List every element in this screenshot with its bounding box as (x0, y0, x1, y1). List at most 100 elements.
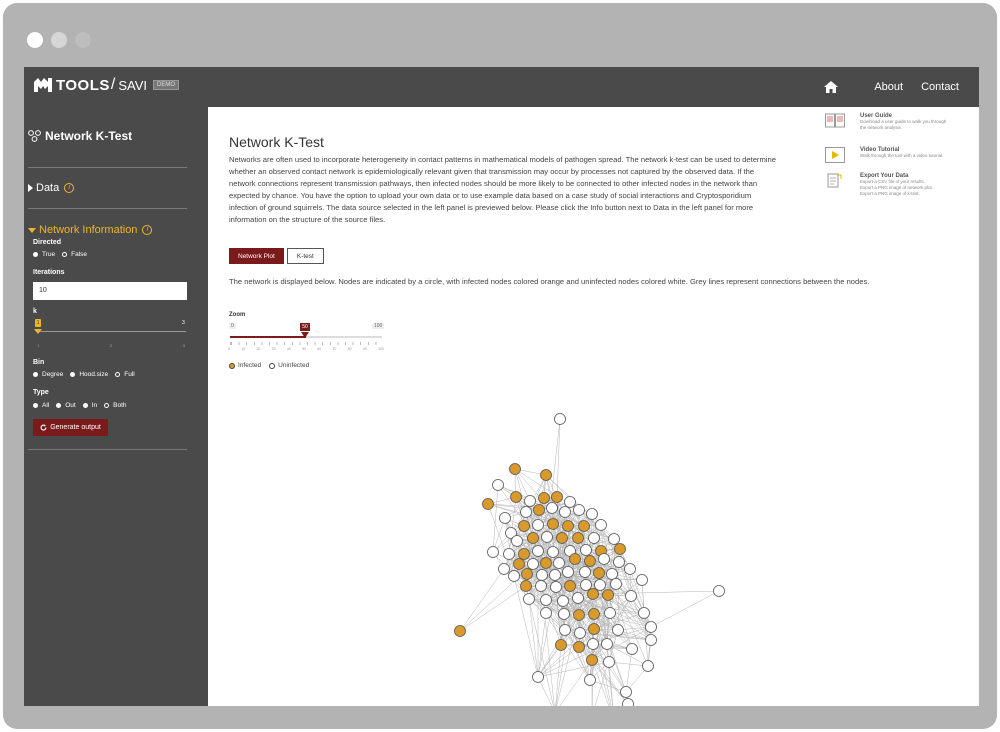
chevron-down-icon (28, 227, 36, 233)
network-edge (561, 509, 580, 539)
network-edge (541, 574, 617, 585)
zoom-tick-label: 50 (302, 347, 306, 351)
network-edge (537, 550, 547, 564)
window-close-dot[interactable] (27, 32, 43, 48)
zoom-slider-handle[interactable]: 50 (300, 323, 310, 331)
bin-hood-size-radio[interactable]: Hood.size (70, 371, 108, 378)
network-edge (510, 532, 534, 539)
network-edge (593, 583, 617, 615)
network-edge (513, 575, 594, 645)
network-edge (523, 525, 554, 553)
network-edge (552, 523, 569, 573)
network-edge (600, 524, 620, 563)
home-icon[interactable] (824, 81, 839, 93)
tab-network-plot[interactable]: Network Plot (229, 248, 284, 264)
infected-node (454, 625, 466, 637)
network-edge (577, 597, 633, 650)
network-edge (606, 612, 611, 645)
network-edge (546, 507, 553, 538)
network-edge (525, 511, 539, 526)
data-section-toggle[interactable]: Data i (28, 182, 75, 194)
network-edge (525, 500, 531, 513)
network-edge (615, 583, 652, 628)
video-tutorial-link[interactable]: Video Tutorial Walk through the tool wit… (825, 147, 943, 163)
zoom-label: Zoom (229, 312, 246, 318)
network-edge (555, 548, 621, 588)
network-edge (528, 598, 539, 678)
k-slider-handle[interactable]: 1 (35, 319, 41, 327)
network-edge (577, 537, 615, 540)
radio-label: Full (124, 371, 135, 378)
network-edge (545, 562, 569, 573)
window-minimize-dot[interactable] (51, 32, 67, 48)
export-data-link[interactable]: Export Your Data Export a CSV file of yo… (825, 173, 933, 197)
network-edge (562, 597, 579, 602)
uninfected-node (559, 506, 571, 518)
network-edge (523, 497, 545, 527)
window-maximize-dot[interactable] (75, 32, 91, 48)
network-edge (513, 575, 542, 587)
sidebar-divider (28, 449, 187, 450)
uninfected-node (562, 566, 574, 578)
network-edge (523, 525, 539, 552)
type-both-radio[interactable]: Both (104, 402, 127, 409)
network-edge (569, 585, 593, 661)
network-edge (537, 644, 562, 678)
directed-false-radio[interactable]: False (62, 251, 87, 258)
network-edge (593, 537, 600, 574)
network-edge (551, 507, 579, 539)
network-edge (532, 563, 566, 631)
infected-node (595, 545, 607, 557)
network-edge (545, 562, 593, 661)
user-guide-link[interactable]: User Guide Download a user guide to walk… (825, 113, 946, 131)
radio-checked-icon (33, 372, 38, 377)
nav-about-link[interactable]: About (874, 81, 903, 93)
bin-degree-radio[interactable]: Degree (33, 371, 63, 378)
k-tick: 2 (109, 343, 113, 348)
radio-label: Degree (42, 371, 64, 378)
network-edge (561, 537, 587, 586)
network-edge (591, 513, 615, 540)
network-edge (537, 550, 565, 615)
network-edge (577, 597, 611, 614)
network-edge (516, 540, 525, 555)
type-all-radio[interactable]: All (33, 402, 49, 409)
network-edge (503, 507, 553, 570)
infected-node (551, 491, 563, 503)
bin-full-radio[interactable]: Full (115, 371, 135, 378)
network-edge (589, 538, 615, 562)
network-info-icon[interactable]: i (142, 225, 153, 235)
network-edge (545, 597, 579, 601)
tab-k-test[interactable]: K-test (286, 248, 324, 264)
directed-true-radio[interactable]: True (33, 251, 55, 258)
network-edge (589, 548, 621, 562)
logo[interactable]: TOOLS / SAVI DEMO (34, 76, 180, 94)
network-edge (567, 560, 591, 573)
k-slider-track[interactable] (36, 331, 186, 332)
type-out-radio[interactable]: Out (56, 402, 76, 409)
network-edge (574, 558, 587, 586)
network-edge (545, 474, 602, 526)
network-edge (487, 503, 515, 577)
type-in-radio[interactable]: In (82, 402, 97, 409)
generate-output-button[interactable]: Generate output (33, 419, 108, 436)
network-edge (569, 585, 609, 596)
network-edge (551, 507, 557, 588)
network-edge (543, 496, 558, 499)
iterations-input[interactable]: 10 (33, 282, 187, 300)
network-edge (563, 597, 579, 615)
network-edge (538, 509, 554, 525)
network-edge (545, 599, 645, 614)
network-section-toggle[interactable]: Network Information i (28, 224, 153, 236)
data-info-icon[interactable]: i (64, 183, 75, 193)
network-edge (625, 665, 649, 693)
nav-contact-link[interactable]: Contact (921, 81, 959, 93)
network-edge (577, 597, 652, 628)
network-edge (558, 562, 569, 573)
network-edge (532, 563, 542, 587)
network-edge (607, 594, 652, 628)
network-edge (585, 584, 608, 645)
network-edge (541, 550, 571, 576)
network-edge (503, 513, 593, 570)
network-edge (564, 511, 617, 585)
